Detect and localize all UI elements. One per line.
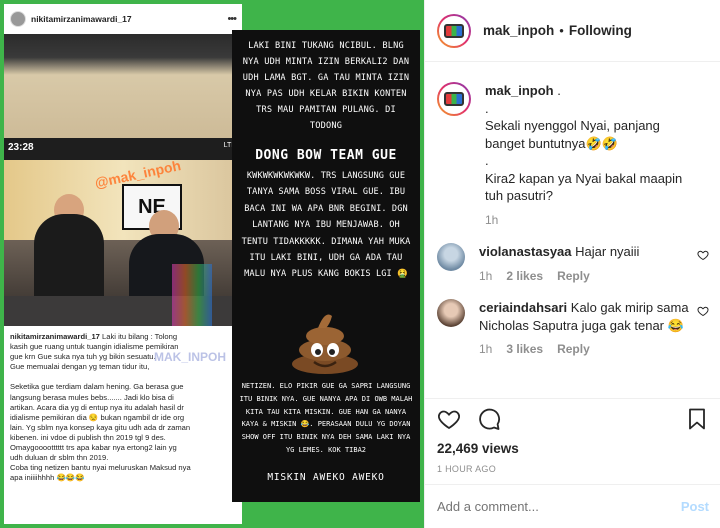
caption-author-avatar[interactable] xyxy=(437,82,471,116)
caption-username-link[interactable]: mak_inpoh xyxy=(485,83,554,98)
caption-text-line: . xyxy=(557,83,561,98)
caption-meta: 1h xyxy=(485,212,699,230)
view-count[interactable]: 22,469 views xyxy=(437,441,709,456)
caption-body: mak_inpoh . . Sekali nyenggol Nyai, panj… xyxy=(485,82,699,229)
post-comment-button[interactable]: Post xyxy=(681,499,709,514)
commenter-avatar[interactable] xyxy=(437,243,465,271)
following-button[interactable]: Following xyxy=(569,23,632,38)
comment-body: ceriaindahsari Kalo gak mirip sama Nicho… xyxy=(479,299,693,359)
comment-item: ceriaindahsari Kalo gak mirip sama Nicho… xyxy=(437,299,709,359)
add-comment-input[interactable] xyxy=(437,499,681,514)
post-side-panel: mak_inpoh • Following mak_inpoh . . Seka… xyxy=(424,0,720,528)
story-paragraph-4: MISKIN AWEKO AWEKO xyxy=(267,472,385,483)
comment-time[interactable]: 1h xyxy=(479,268,492,286)
embedded-post-header: nikitamirzanimawardi_17 ••• xyxy=(4,4,242,34)
post-caption: mak_inpoh . . Sekali nyenggol Nyai, panj… xyxy=(437,72,709,229)
caption-text-line: Kira2 kapan ya Nyai bakal maapin tuh pas… xyxy=(485,170,683,204)
commenter-username-link[interactable]: violanastasyaa xyxy=(479,244,572,259)
comment-time[interactable]: 1h xyxy=(479,341,492,359)
story-text-panel: LAKI BINI TUKANG NCIBUL. BLNG NYA UDH MI… xyxy=(232,30,420,502)
caption-line: Coba ting netizen bantu nyai meluruskan … xyxy=(10,463,191,473)
caption-line: kibenen. ini vdoe di publish thn 2019 tg… xyxy=(10,432,166,442)
header-separator: • xyxy=(559,23,564,38)
commenter-username-link[interactable]: ceriaindahsari xyxy=(479,300,567,315)
post-timestamp[interactable]: 1 HOUR AGO xyxy=(437,464,709,474)
comment-likes[interactable]: 2 likes xyxy=(506,268,543,286)
post-header: mak_inpoh • Following xyxy=(425,0,720,62)
comment-bubble-icon[interactable] xyxy=(477,407,501,431)
embedded-instagram-screenshot: nikitamirzanimawardi_17 ••• 23:28 LTE NE… xyxy=(4,4,242,524)
reply-button[interactable]: Reply xyxy=(557,341,590,359)
caption-line: lain. Yg sblm nya konsep kaya gitu udh a… xyxy=(10,422,191,432)
post-media[interactable]: nikitamirzanimawardi_17 ••• 23:28 LTE NE… xyxy=(0,0,424,528)
commenter-avatar[interactable] xyxy=(437,299,465,327)
caption-text-line: Sekali nyenggol Nyai, panjang banget bun… xyxy=(485,118,660,151)
status-time: 23:28 xyxy=(8,142,34,153)
story-headline: DONG BOW TEAM GUE xyxy=(255,148,397,163)
caption-line: Laki itu bilang : Tolong xyxy=(102,332,178,341)
caption-time[interactable]: 1h xyxy=(485,212,498,230)
color-watermark-bar xyxy=(172,264,212,326)
comment-item: violanastasyaa Hajar nyaiii 1h 2 likes R… xyxy=(437,243,709,285)
action-icons xyxy=(437,399,709,439)
caption-line: artikan. Acara dia yg di entup nya itu a… xyxy=(10,402,184,412)
more-options-icon: ••• xyxy=(227,13,237,25)
comment-meta: 1h 2 likes Reply xyxy=(479,268,693,286)
like-comment-heart-icon[interactable] xyxy=(697,249,709,261)
comment-likes[interactable]: 3 likes xyxy=(506,341,543,359)
caption-line: idialisme pemikiran dia 😒 bukan ngambil … xyxy=(10,412,185,422)
story-paragraph-3: NETIZEN. ELO PIKIR GUE GA SAPRI LANGSUNG… xyxy=(239,382,413,454)
embedded-caption-first-line: nikitamirzanimawardi_17 Laki itu bilang … xyxy=(10,332,236,342)
like-comment-heart-icon[interactable] xyxy=(697,305,709,317)
caption-line xyxy=(10,372,236,382)
caption-watermark: MAK_INPOH xyxy=(154,350,227,364)
reply-button[interactable]: Reply xyxy=(557,268,590,286)
add-comment-bar: Post xyxy=(425,484,720,528)
phone-status-bar xyxy=(4,138,242,160)
poop-emoji-icon xyxy=(292,314,358,374)
caption-line: apa iniiiihhhh 😂😂😂 xyxy=(10,473,85,483)
story-paragraph-1: LAKI BINI TUKANG NCIBUL. BLNG NYA UDH MI… xyxy=(242,41,410,131)
caption-text-line: . xyxy=(485,153,489,168)
story-paragraph-2: KWKWKWKWKWKW. TRS LANGSUNG GUE TANYA SAM… xyxy=(241,171,411,280)
caption-line: langsung berasa mules bebs....... Jadi k… xyxy=(10,392,174,402)
comment-body: violanastasyaa Hajar nyaiii 1h 2 likes R… xyxy=(479,243,693,285)
author-username-link[interactable]: mak_inpoh xyxy=(483,23,554,38)
comments-list[interactable]: mak_inpoh . . Sekali nyenggol Nyai, panj… xyxy=(425,72,720,398)
caption-line: Omaygooootttttt trs apa kabar nya ertong… xyxy=(10,443,177,453)
embedded-avatar xyxy=(10,11,26,27)
tv-logo-icon xyxy=(444,92,464,106)
caption-text-line: . xyxy=(485,100,489,116)
tv-logo-icon xyxy=(444,23,464,38)
embedded-username: nikitamirzanimawardi_17 xyxy=(31,14,132,24)
author-avatar[interactable] xyxy=(437,13,471,48)
author-avatar-image xyxy=(439,15,469,46)
comment-meta: 1h 3 likes Reply xyxy=(479,341,693,359)
caption-avatar-image xyxy=(439,84,469,114)
bookmark-icon[interactable] xyxy=(685,407,709,431)
comment-text: Hajar nyaiii xyxy=(575,244,640,259)
like-heart-icon[interactable] xyxy=(437,407,461,431)
embedded-caption: MAK_INPOH nikitamirzanimawardi_17 Laki i… xyxy=(4,326,242,524)
caption-line: Seketika gue terdiam dalam hening. Ga be… xyxy=(10,382,184,392)
embedded-video-frame: 23:28 LTE NE @mak_inpoh xyxy=(4,34,242,326)
embedded-caption-user: nikitamirzanimawardi_17 xyxy=(10,332,100,341)
caption-line: udh duluan dr sblm thn 2019. xyxy=(10,453,109,463)
